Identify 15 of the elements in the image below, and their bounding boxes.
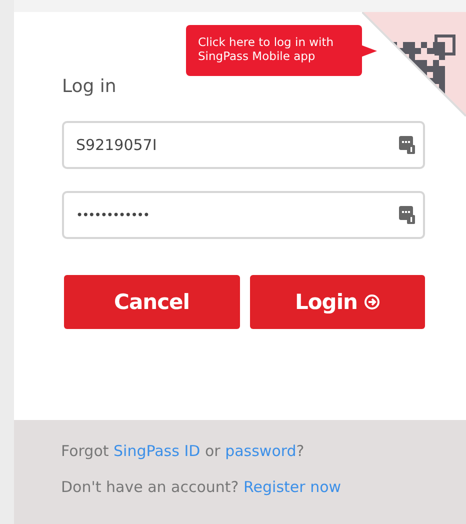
input-field[interactable]: •••••••••••• (62, 191, 425, 239)
text-link[interactable]: SingPass ID (114, 442, 200, 460)
keypad-icon[interactable] (399, 206, 415, 224)
login-button[interactable]: Login (250, 275, 425, 329)
help-text: Don't have an account? Register now (61, 477, 342, 498)
text-link[interactable]: password (225, 442, 296, 460)
keypad-icon[interactable] (399, 136, 415, 154)
login-heading: Log in (62, 76, 118, 97)
cancel-button[interactable]: Cancel (64, 275, 240, 329)
tooltip[interactable]: Click here to log in with SingPass Mobile app (186, 25, 362, 76)
text-link[interactable]: Register now (244, 478, 342, 496)
arrow-circle-icon (364, 294, 380, 310)
input-field[interactable]: S9219057I (62, 121, 425, 169)
help-text: Forgot SingPass ID or password? (61, 441, 306, 462)
tooltip-pointer (361, 44, 377, 56)
